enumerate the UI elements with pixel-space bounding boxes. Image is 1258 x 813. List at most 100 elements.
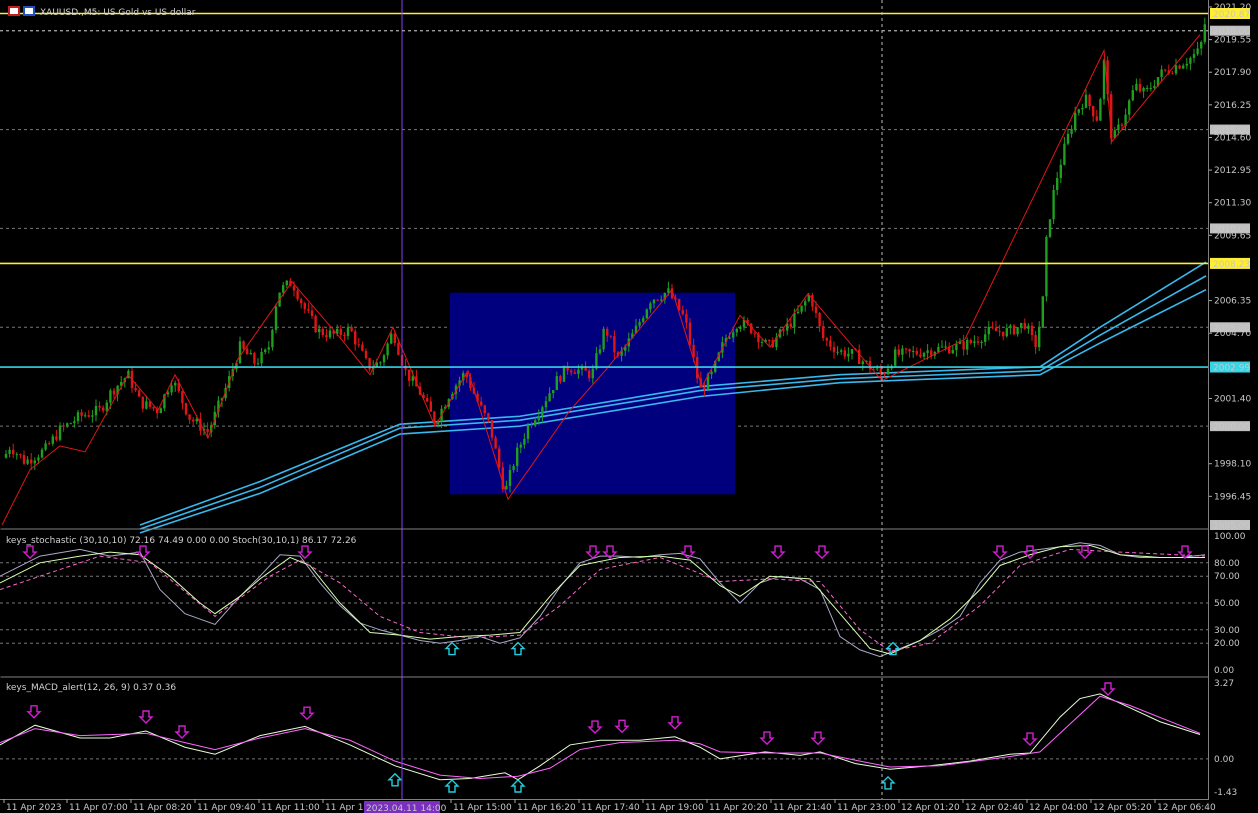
candle-body <box>285 280 288 286</box>
candle-body <box>1160 69 1163 78</box>
time-tick-label: 11 Apr 20:20 <box>709 803 768 813</box>
candle-body <box>523 438 526 445</box>
candle-body <box>22 455 26 464</box>
candle-body <box>249 352 252 355</box>
level-price-label: 2020.87 <box>1213 10 1250 20</box>
candle-body <box>112 390 116 395</box>
candle-body <box>966 339 969 350</box>
candle-body <box>735 328 738 333</box>
candle-body <box>170 385 173 393</box>
candle-body <box>1153 85 1156 88</box>
candle-body <box>613 336 616 353</box>
candle-body <box>1178 65 1181 69</box>
candle-body <box>1034 335 1037 348</box>
candle-body <box>1171 73 1174 75</box>
candle-body <box>26 459 29 464</box>
candle-body <box>562 365 566 382</box>
candle-body <box>19 454 22 456</box>
level-badge-label: 2010.00 <box>1213 225 1250 235</box>
candle-body <box>66 423 69 427</box>
candle-body <box>1084 94 1088 108</box>
candle-body <box>548 393 551 402</box>
axis-border <box>1208 0 1209 800</box>
candle-body <box>267 347 270 350</box>
candle-body <box>688 322 692 345</box>
highlight-box <box>450 292 735 495</box>
candle-body <box>490 419 494 438</box>
candle-body <box>238 341 242 364</box>
candle-body <box>1059 164 1062 179</box>
candle-body <box>537 416 540 421</box>
candle-body <box>48 443 51 445</box>
level-badge-label: 1995.00 <box>1213 522 1250 532</box>
candle-body <box>145 401 148 409</box>
candle-body <box>1077 109 1080 113</box>
candle-body <box>552 390 555 394</box>
candle-body <box>598 349 602 354</box>
level-price-label: 2002.99 <box>1213 364 1250 374</box>
candle-body <box>109 390 112 403</box>
candle-body <box>800 305 803 312</box>
candle-body <box>357 344 360 346</box>
candle-body <box>505 485 508 490</box>
candle-body <box>1189 57 1192 64</box>
stoch-tick-label: 30.00 <box>1214 626 1240 636</box>
candle-body <box>573 372 576 374</box>
macd-tick-label: -1.43 <box>1214 788 1237 798</box>
candle-body <box>12 449 15 455</box>
candle-body <box>922 352 926 357</box>
candle-body <box>570 370 573 373</box>
candle-body <box>382 355 386 363</box>
candle-body <box>1196 48 1199 55</box>
price-tick-label: 2006.35 <box>1214 297 1251 307</box>
candle-body <box>1149 87 1152 89</box>
stoch-tick-label: 20.00 <box>1214 639 1240 649</box>
candle-body <box>339 328 342 335</box>
time-tick-label: 11 Apr 19:00 <box>645 803 704 813</box>
time-tick-label: 11 Apr 12 <box>325 803 369 813</box>
candle-body <box>976 341 980 343</box>
candle-body <box>793 313 796 328</box>
time-tick-label: 11 Apr 09:40 <box>197 803 256 813</box>
candle-body <box>912 351 915 353</box>
candle-body <box>300 299 303 304</box>
candle-body <box>1038 327 1041 348</box>
candle-body <box>811 294 814 307</box>
candle-body <box>519 444 522 448</box>
candle-body <box>1095 116 1098 121</box>
time-tick-label: 11 Apr 2023 <box>6 803 62 813</box>
candle-body <box>861 361 864 365</box>
candle-body <box>1088 94 1091 107</box>
candle-body <box>346 327 350 336</box>
candle-body <box>498 448 501 468</box>
time-tick-label: 11 Apr 23:00 <box>837 803 896 813</box>
trading-chart[interactable]: 2021.202019.552017.902016.252014.602012.… <box>0 0 1258 813</box>
price-tick-label: 1996.45 <box>1214 492 1251 502</box>
candle-body <box>51 436 54 444</box>
time-tick-label: 11 Apr 11:00 <box>261 803 320 813</box>
candle-body <box>364 350 368 359</box>
candle-body <box>508 470 512 486</box>
candle-body <box>930 350 933 356</box>
candle-body <box>1203 24 1206 43</box>
candle-body <box>1200 42 1203 49</box>
candle-body <box>753 333 756 335</box>
candle-body <box>274 306 278 330</box>
candle-body <box>1182 65 1185 69</box>
candle-body <box>426 398 429 402</box>
candle-body <box>73 421 76 424</box>
stochastic-title: keys_stochastic (30,10,10) 72.16 74.49 0… <box>6 536 357 546</box>
price-tick-label: 2012.95 <box>1214 166 1251 176</box>
candle-body <box>1056 178 1059 191</box>
level-badge-label: 2015.00 <box>1213 126 1250 136</box>
candle-body <box>1081 107 1084 110</box>
stoch-tick-label: 100.00 <box>1214 532 1246 542</box>
candle-body <box>325 335 328 338</box>
candle-body <box>645 309 648 319</box>
candle-body <box>530 425 533 427</box>
candle-body <box>804 301 807 306</box>
candle-body <box>1002 331 1005 337</box>
candle-body <box>1185 63 1188 66</box>
candle-body <box>303 303 306 310</box>
candle-body <box>652 299 656 304</box>
